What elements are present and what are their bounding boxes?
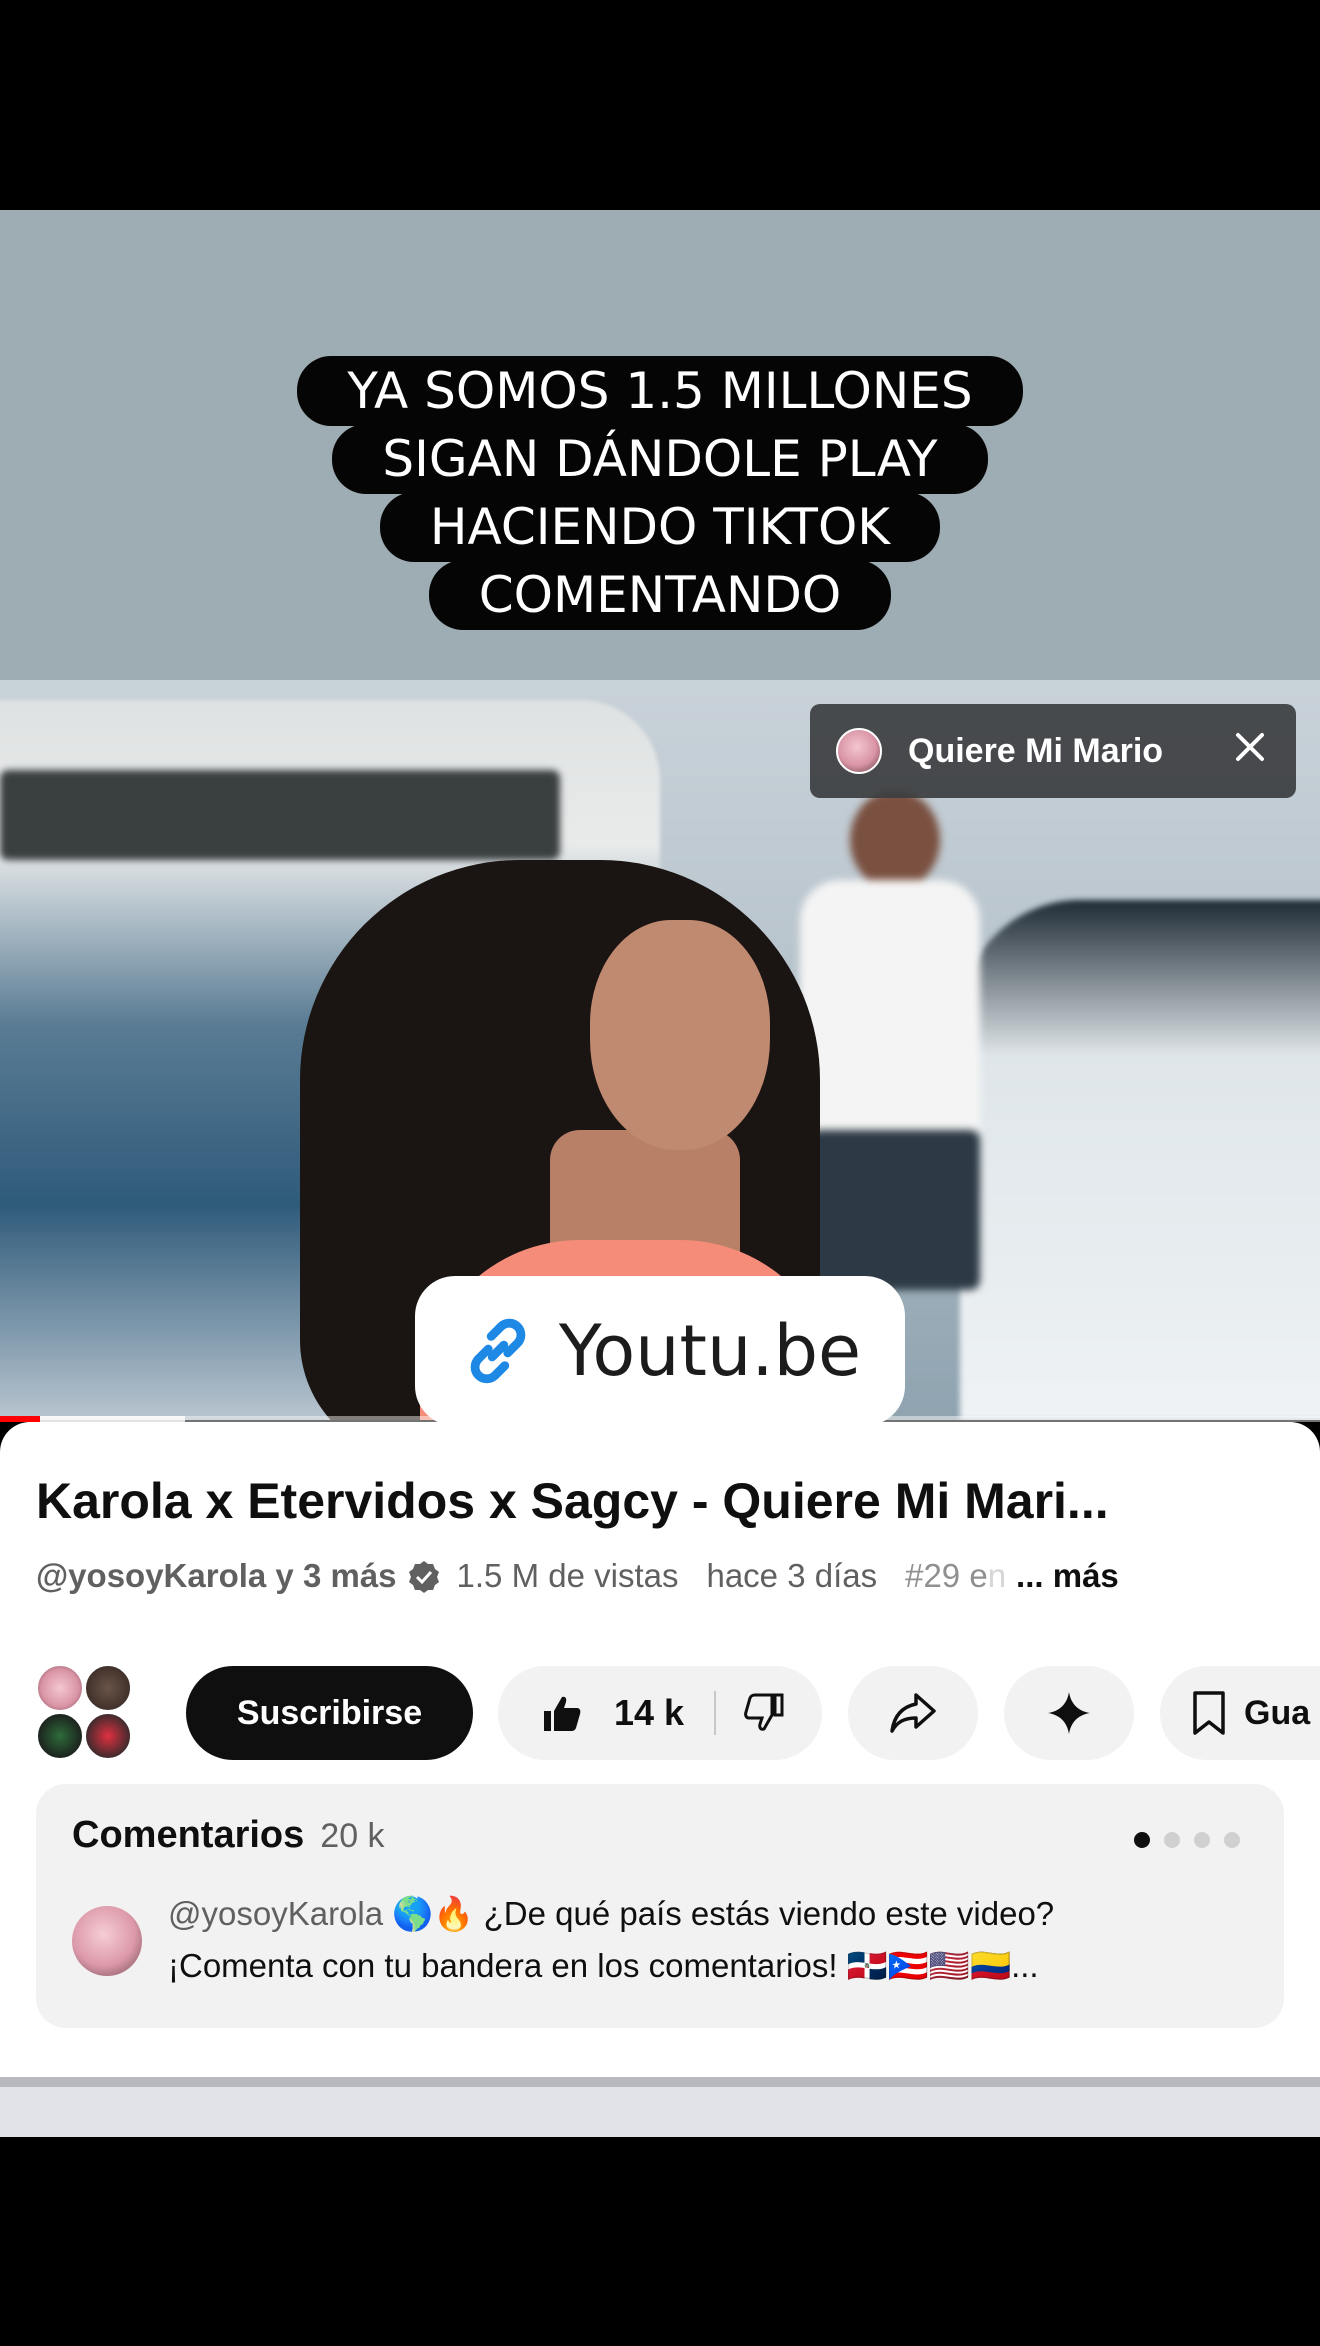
- comments-title: Comentarios: [72, 1814, 305, 1856]
- panel-divider: [0, 2077, 1320, 2087]
- video-title[interactable]: Karola x Etervidos x Sagcy - Quiere Mi M…: [36, 1472, 1276, 1530]
- bookmark-icon: [1193, 1691, 1225, 1735]
- comment-user: @yosoyKarola: [168, 1895, 384, 1932]
- music-avatar-icon: [836, 728, 882, 774]
- channel-avatars[interactable]: [36, 1664, 132, 1760]
- caption-line-1: YA SOMOS 1.5 MILLONES: [297, 356, 1023, 426]
- save-label: Gua: [1244, 1693, 1311, 1732]
- link-icon: [470, 1318, 526, 1384]
- caption-line-3: HACIENDO TIKTOK: [379, 492, 941, 562]
- comments-card[interactable]: Comentarios 20 k @yosoyKarola 🌎🔥 ¿De qué…: [36, 1784, 1284, 2028]
- like-button[interactable]: 14 k: [498, 1666, 684, 1760]
- page-dot: [1194, 1832, 1210, 1848]
- upload-age: hace 3 días: [706, 1557, 878, 1594]
- avatar: [36, 1712, 84, 1760]
- dislike-button[interactable]: [742, 1691, 786, 1735]
- verified-icon: [408, 1561, 439, 1593]
- story-bottom-bar: [0, 2137, 1320, 2346]
- video-meta[interactable]: @yosoyKarola y 3 más 1.5 M de vistas hac…: [36, 1557, 1276, 1595]
- avatar: [72, 1906, 142, 1976]
- caption-line-4: COMENTANDO: [428, 560, 892, 630]
- music-chip-label: Quiere Mi Mario: [908, 731, 1164, 770]
- subscribe-button[interactable]: Suscribirse: [186, 1666, 473, 1760]
- avatar: [36, 1664, 84, 1712]
- caption-line-2: SIGAN DÁNDOLE PLAY: [332, 424, 988, 494]
- comments-page-dots: [1120, 1832, 1240, 1848]
- comments-count: 20 k: [320, 1817, 385, 1855]
- share-button[interactable]: [848, 1666, 978, 1760]
- avatar: [84, 1712, 132, 1760]
- video-scene-boat-right: [960, 900, 1320, 1420]
- page-dot: [1134, 1832, 1150, 1848]
- close-icon[interactable]: [1230, 729, 1270, 774]
- view-count: 1.5 M de vistas: [456, 1557, 679, 1594]
- link-sticker-text: Youtu.be: [558, 1310, 862, 1392]
- action-bar: Suscribirse 14 k Gua: [0, 1642, 1320, 1760]
- more-link[interactable]: ... más: [1016, 1557, 1119, 1595]
- sparkle-icon: [1048, 1692, 1090, 1734]
- page-dot: [1164, 1832, 1180, 1848]
- video-info-panel: Karola x Etervidos x Sagcy - Quiere Mi M…: [0, 1422, 1320, 2082]
- story-caption: YA SOMOS 1.5 MILLONES SIGAN DÁNDOLE PLAY…: [0, 356, 1320, 630]
- comment-flags: 🇩🇴🇵🇷🇺🇸🇨🇴: [846, 1946, 1012, 1985]
- page-dot: [1224, 1832, 1240, 1848]
- thumbs-down-icon: [744, 1693, 784, 1731]
- link-sticker[interactable]: Youtu.be: [415, 1276, 905, 1426]
- thumbs-up-icon: [544, 1696, 581, 1731]
- comment-emoji: 🌎🔥: [392, 1894, 475, 1933]
- share-icon: [890, 1693, 936, 1733]
- channel-name[interactable]: @yosoyKarola y 3 más: [36, 1557, 397, 1595]
- comments-header: Comentarios 20 k: [72, 1814, 385, 1857]
- trending-tag-fade: n: [987, 1557, 1007, 1594]
- avatar: [84, 1664, 132, 1712]
- save-button[interactable]: Gua: [1160, 1666, 1320, 1760]
- story-top-bar: [0, 0, 1320, 210]
- comment-ellipsis: ...: [1011, 1947, 1039, 1984]
- story-caption-area: YA SOMOS 1.5 MILLONES SIGAN DÁNDOLE PLAY…: [0, 210, 1320, 680]
- ask-ai-button[interactable]: [1004, 1666, 1134, 1760]
- trending-tag: #29 e: [905, 1557, 988, 1594]
- top-comment: @yosoyKarola 🌎🔥 ¿De qué país estás viend…: [168, 1888, 1248, 1992]
- comment-line-2: ¡Comenta con tu bandera en los comentari…: [168, 1947, 838, 1984]
- like-dislike-group: 14 k: [498, 1666, 822, 1760]
- comment-line-1: ¿De qué país estás viendo este video?: [483, 1895, 1055, 1932]
- like-count: 14 k: [614, 1692, 685, 1733]
- like-divider: [714, 1691, 717, 1735]
- music-chip[interactable]: Quiere Mi Mario: [810, 704, 1296, 798]
